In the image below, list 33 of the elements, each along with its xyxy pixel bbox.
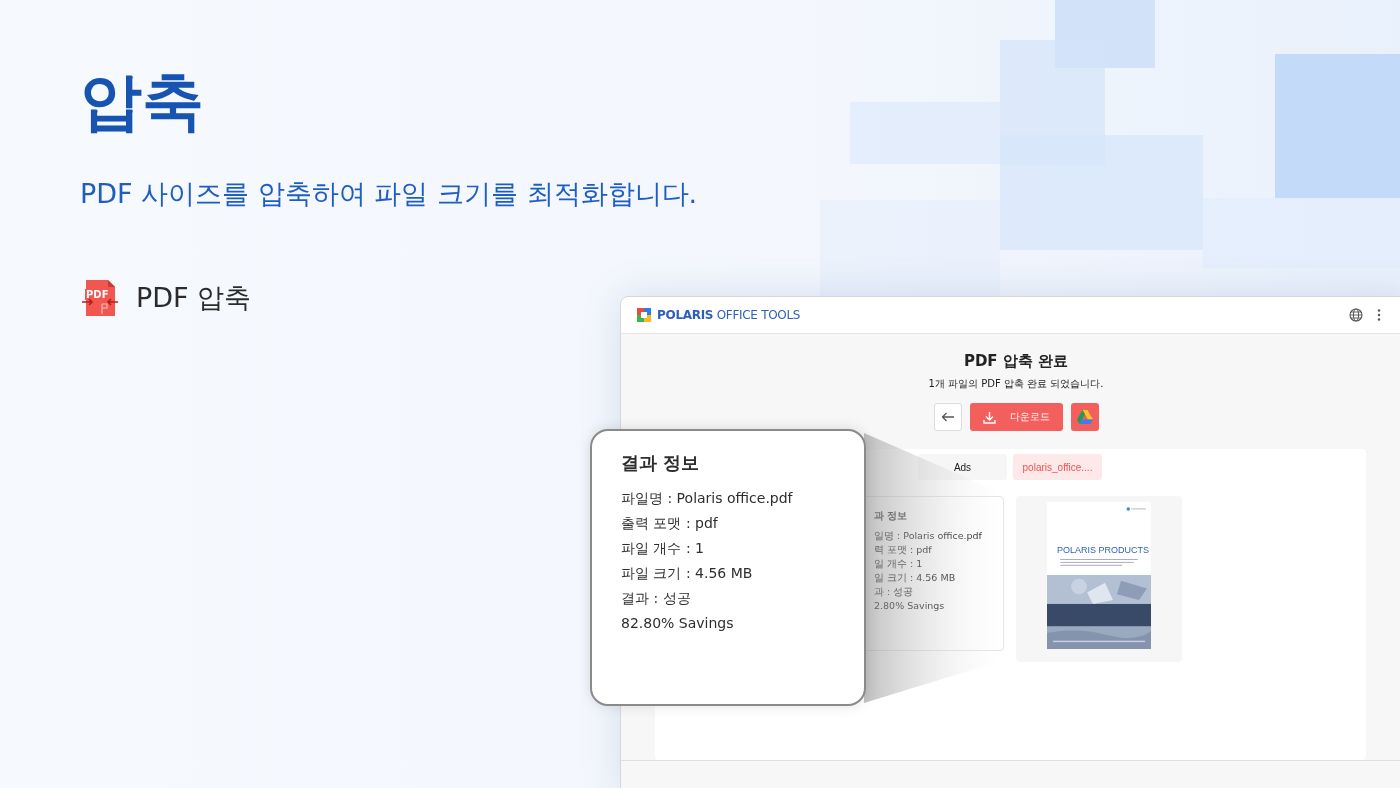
logo-icon xyxy=(1126,507,1146,511)
result-detail: 2.80% Savings xyxy=(874,599,946,613)
result-heading: PDF 압축 완료 xyxy=(963,352,1069,371)
back-arrow-icon xyxy=(940,412,955,422)
result-detail: 력 포맷 : pdf xyxy=(874,543,933,557)
result-detail: 일명 : Polaris office.pdf xyxy=(874,529,983,543)
drive-icon xyxy=(1076,410,1093,424)
callout-detail: 출력 포맷 : pdf xyxy=(621,514,719,533)
result-detail: 과 : 성공 xyxy=(874,585,915,599)
callout-detail: 결과 : 성공 xyxy=(621,589,692,608)
result-message: 1개 파일의 PDF 압축 완료 되었습니다. xyxy=(928,377,1104,391)
callout-title: 결과 정보 xyxy=(621,451,701,475)
language-icon[interactable] xyxy=(1349,308,1363,322)
result-detail: 일 개수 : 1 xyxy=(874,557,924,571)
thumbnail-card[interactable]: POLARIS PRODUCTS xyxy=(1016,496,1182,662)
page-subtitle: PDF 사이즈를 압축하여 파일 크기를 최적화합니다. xyxy=(80,177,699,211)
callout-detail: 82.80% Savings xyxy=(621,614,735,633)
back-button[interactable] xyxy=(933,403,962,431)
more-icon[interactable] xyxy=(1377,309,1381,321)
callout-detail: 파일 크기 : 4.56 MB xyxy=(621,564,754,583)
callout-detail: 파일명 : Polaris office.pdf xyxy=(621,489,794,508)
result-detail: 일 크기 : 4.56 MB xyxy=(874,571,957,585)
document-title: POLARIS PRODUCTS xyxy=(1057,544,1151,555)
icon-label: PDF xyxy=(86,289,109,300)
page-title: 압축 xyxy=(80,64,205,140)
download-icon xyxy=(982,410,996,424)
result-card-title: 과 정보 xyxy=(874,509,909,523)
pdf-compress-icon xyxy=(81,280,119,316)
feature-label: PDF 압축 xyxy=(136,281,252,315)
callout-detail: 파일 개수 : 1 xyxy=(621,539,705,558)
brand-name: POLARIS OFFICE TOOLS xyxy=(657,308,801,322)
logo-icon xyxy=(637,308,651,322)
drive-button[interactable] xyxy=(1070,403,1099,431)
